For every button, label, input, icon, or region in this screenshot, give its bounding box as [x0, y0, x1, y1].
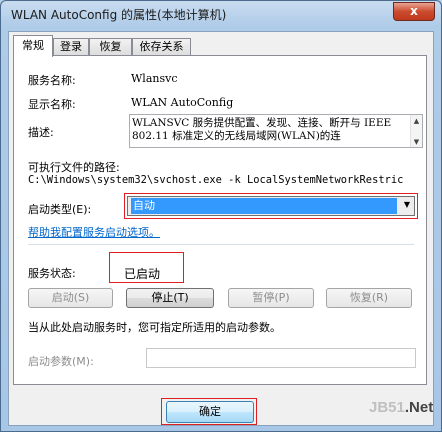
scroll-up-icon[interactable]: ▲ [411, 115, 422, 128]
tab-general[interactable]: 常规 [13, 35, 53, 57]
service-name-label: 服务名称: [28, 74, 76, 87]
title-bar[interactable]: WLAN AutoConfig 的属性(本地计算机) x [1, 1, 441, 29]
description-scrollbar[interactable]: ▲ ▼ [410, 115, 422, 147]
watermark-prefix: JB51 [369, 399, 405, 416]
dialog-client-area: 常规 登录 恢复 依存关系 服务名称: Wlansvc 显示名称: WLAN A… [8, 31, 434, 426]
display-name-label: 显示名称: [28, 98, 76, 111]
highlight-box-status [109, 252, 184, 283]
site-watermark: JB51.Net [369, 399, 433, 416]
service-name-value: Wlansvc [131, 72, 178, 85]
startup-type-label: 启动类型(E): [28, 203, 92, 216]
watermark-suffix: .Net [404, 399, 434, 416]
start-params-input[interactable] [146, 348, 416, 368]
display-name-value: WLAN AutoConfig [131, 96, 234, 109]
pause-button[interactable]: 暂停(P) [228, 288, 314, 308]
tab-dependencies[interactable]: 依存关系 [132, 38, 191, 56]
service-status-label: 服务状态: [28, 267, 76, 280]
highlight-box-startup [124, 193, 418, 219]
tab-logon[interactable]: 登录 [53, 38, 89, 56]
window-title: WLAN AutoConfig 的属性(本地计算机) [11, 8, 227, 22]
start-params-hint: 当从此处启动服务时，您可指定所适用的启动参数。 [28, 321, 281, 334]
general-tab-panel: 服务名称: Wlansvc 显示名称: WLAN AutoConfig 描述: … [13, 55, 427, 385]
separator [28, 244, 414, 245]
stop-button[interactable]: 停止(T) [126, 288, 214, 308]
start-button[interactable]: 启动(S) [28, 288, 113, 308]
start-params-label: 启动参数(M): [28, 355, 94, 368]
description-text: WLANSVC 服务提供配置、发现、连接、断开与 IEEE 802.11 标准定… [132, 117, 392, 142]
tab-recovery[interactable]: 恢复 [89, 38, 132, 56]
properties-dialog: WLAN AutoConfig 的属性(本地计算机) x 常规 登录 恢复 依存… [0, 0, 442, 432]
exe-path-label: 可执行文件的路径: [28, 161, 120, 174]
description-textbox[interactable]: WLANSVC 服务提供配置、发现、连接、断开与 IEEE 802.11 标准定… [129, 114, 423, 148]
exe-path-value: C:\Windows\system32\svchost.exe -k Local… [28, 174, 404, 186]
help-config-link[interactable]: 帮助我配置服务启动选项。 [28, 224, 160, 240]
close-button[interactable]: x [393, 2, 435, 21]
scroll-down-icon[interactable]: ▼ [411, 136, 422, 147]
description-label: 描述: [28, 126, 54, 139]
highlight-box-ok [161, 398, 257, 425]
resume-button[interactable]: 恢复(R) [326, 288, 412, 308]
